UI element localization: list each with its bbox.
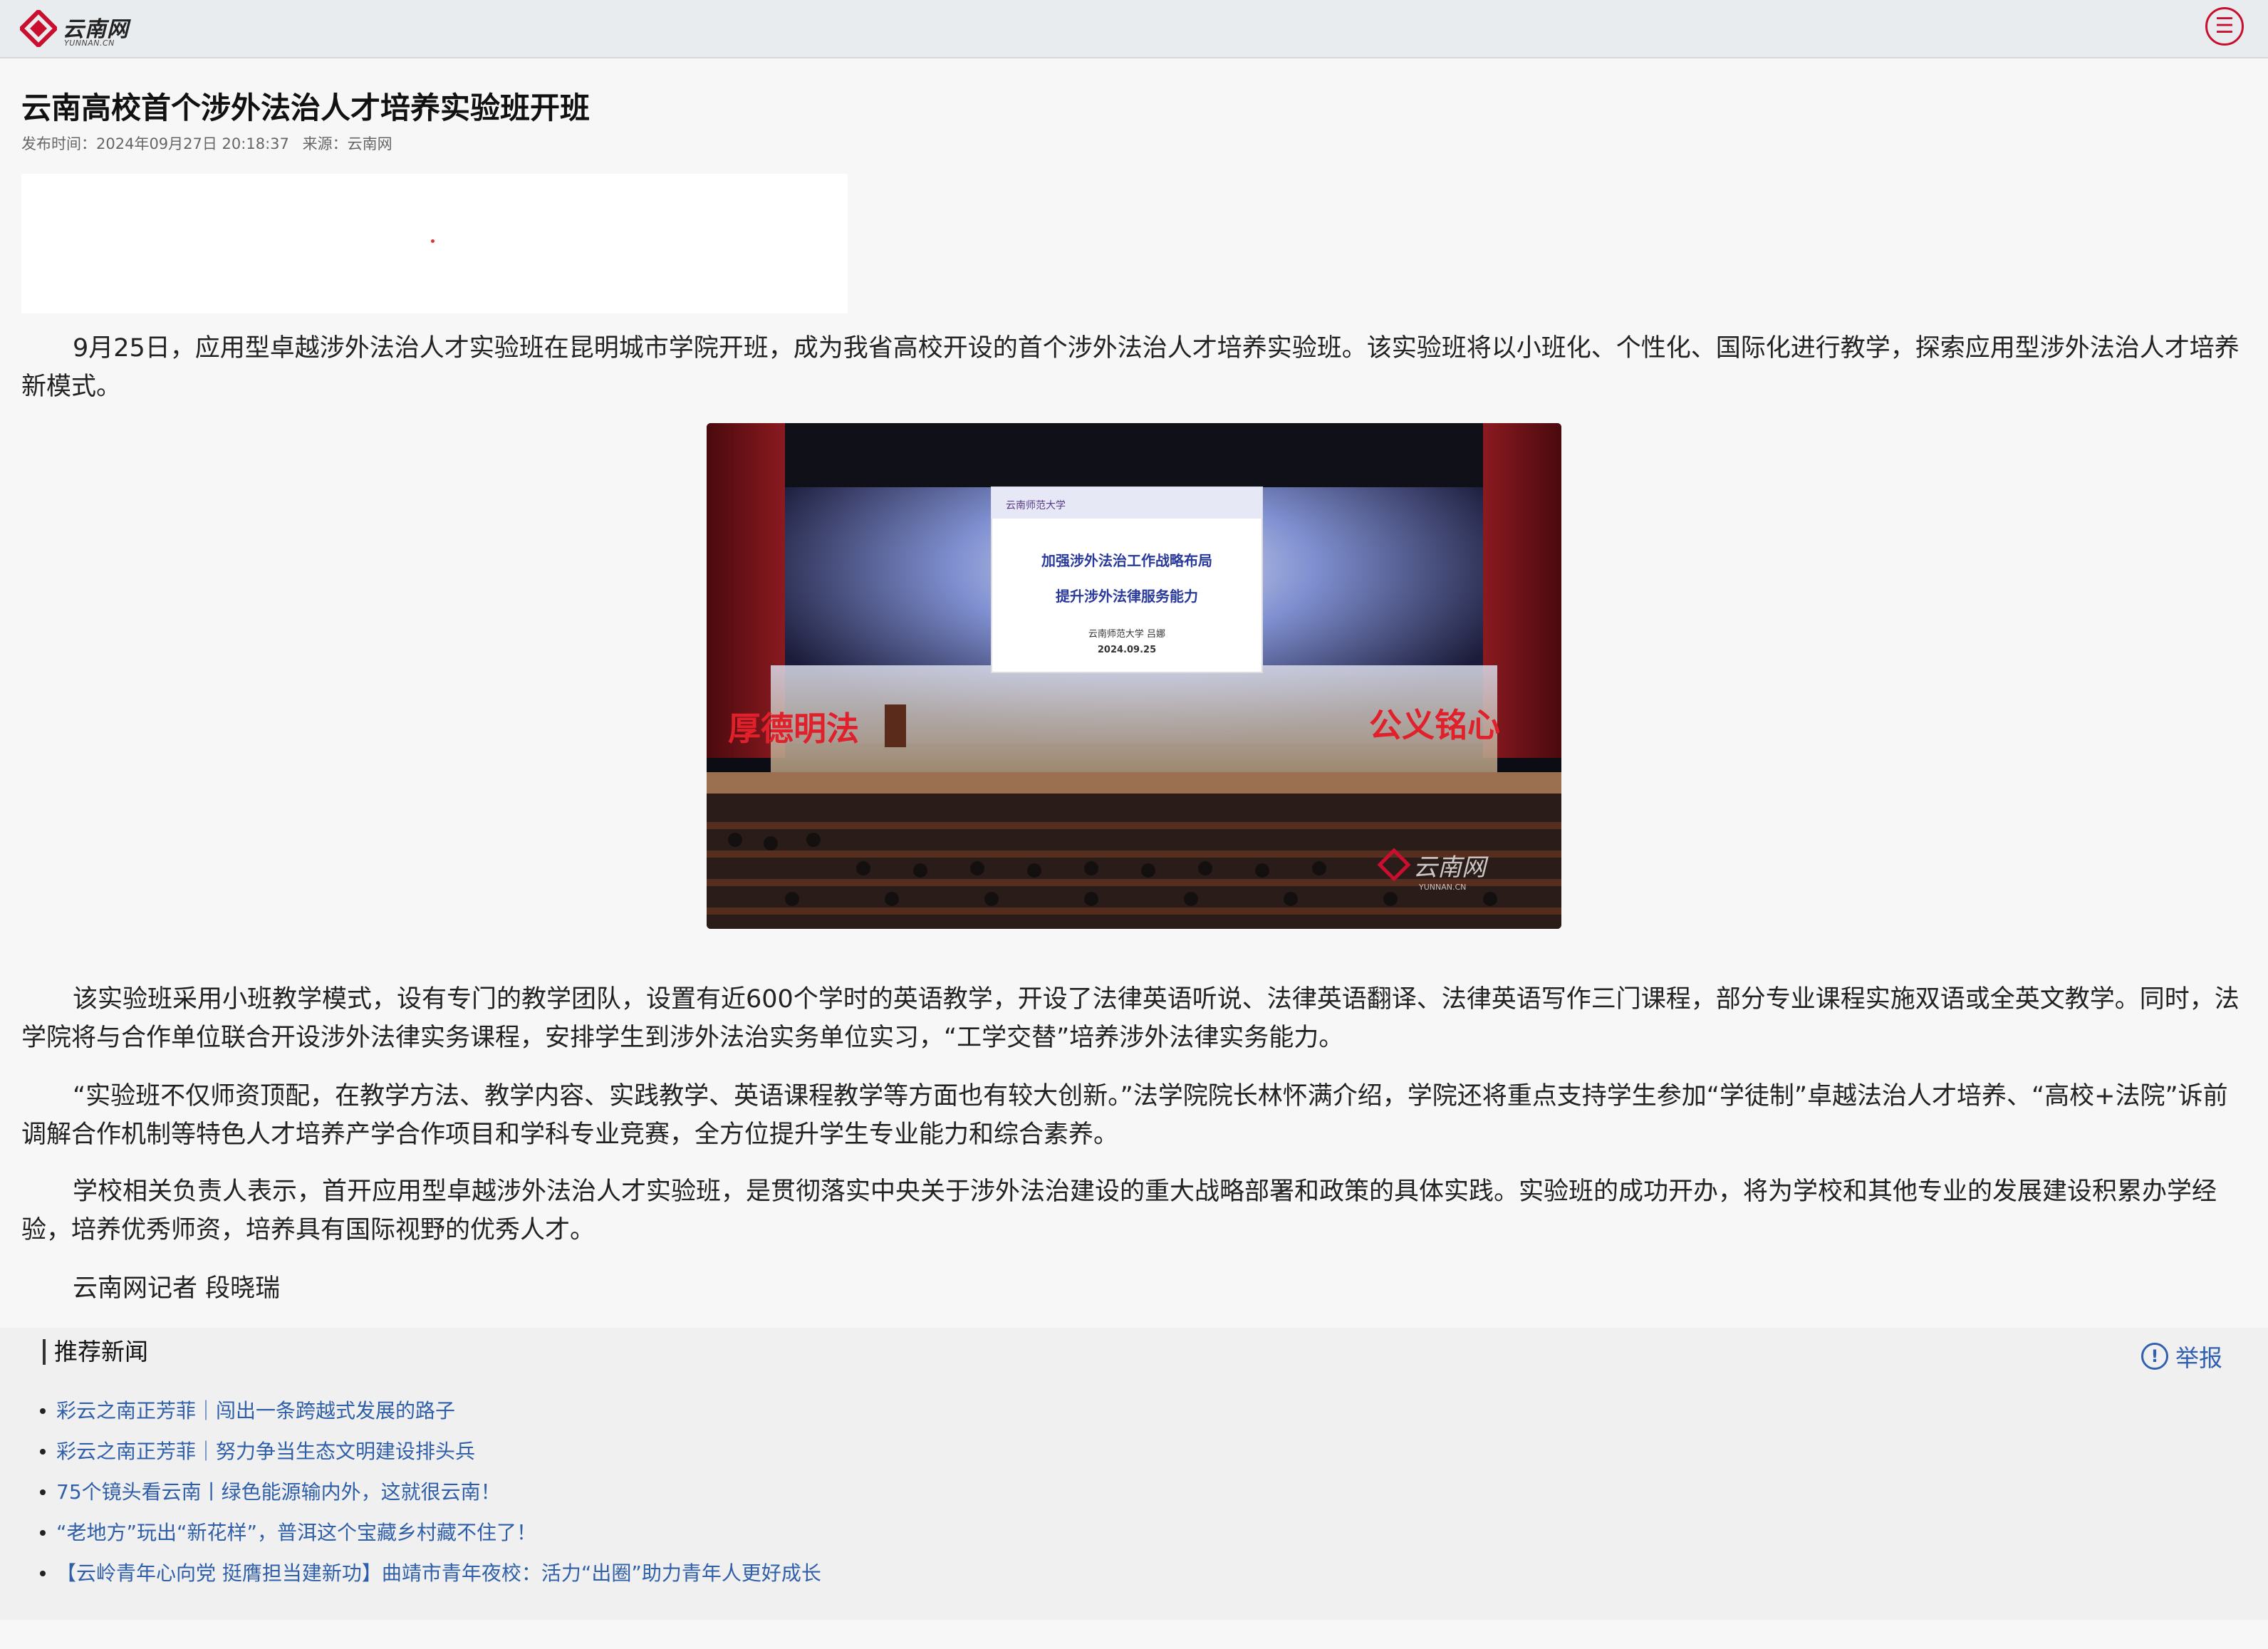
- publish-time: 发布时间：2024年09月27日 20:18:37: [21, 135, 289, 152]
- report-label: 举报: [2175, 1344, 2222, 1372]
- list-item: 彩云之南正芳菲｜闯出一条跨越式发展的路子: [37, 1390, 821, 1431]
- article-photo[interactable]: 云南师范大学 加强涉外法治工作战略布局 提升涉外法律服务能力 云南师范大学 吕娜…: [707, 423, 1561, 929]
- recommend-link[interactable]: 彩云之南正芳菲｜努力争当生态文明建设排头兵: [56, 1440, 475, 1463]
- site-logo[interactable]: 云南网 YUNNAN.CN: [20, 7, 134, 50]
- list-item: “老地方”玩出“新花样”，普洱这个宝藏乡村藏不住了！: [37, 1512, 821, 1553]
- list-item: 【云岭青年心向党 挺膺担当建新功】曲靖市青年夜校：活力“出圈”助力青年人更好成长: [37, 1553, 821, 1593]
- report-button[interactable]: ! 举报: [2141, 1339, 2222, 1373]
- stage-slogan-right: 公义铭心: [1369, 706, 1500, 744]
- article-paragraph-1: 9月25日，应用型卓越涉外法治人才实验班在昆明城市学院开班，成为我省高校开设的首…: [21, 334, 2240, 401]
- alert-icon: !: [2141, 1343, 2168, 1370]
- menu-icon[interactable]: ☰: [2205, 7, 2244, 46]
- article-title: 云南高校首个涉外法治人才培养实验班开班: [21, 90, 591, 125]
- auditorium-photo: 云南师范大学 加强涉外法治工作战略布局 提升涉外法律服务能力 云南师范大学 吕娜…: [707, 423, 1561, 929]
- recommend-heading: 推荐新闻: [43, 1339, 148, 1365]
- ad-placeholder: [21, 174, 848, 313]
- screen-line-1: 加强涉外法治工作战略布局: [1041, 552, 1212, 569]
- list-item: 彩云之南正芳菲｜努力争当生态文明建设排头兵: [37, 1431, 821, 1472]
- recommend-link[interactable]: “老地方”玩出“新花样”，普洱这个宝藏乡村藏不住了！: [56, 1521, 536, 1544]
- recommend-link[interactable]: 彩云之南正芳菲｜闯出一条跨越式发展的路子: [56, 1399, 455, 1422]
- top-bar: 云南网 YUNNAN.CN ☰: [0, 0, 2268, 58]
- article-paragraph-2: 该实验班采用小班教学模式，设有专门的教学团队，设置有近600个学时的英语教学，开…: [21, 985, 2240, 1052]
- article-byline: 云南网记者 段晓瑞: [73, 1274, 281, 1303]
- screen-logo: 云南师范大学: [1006, 499, 1066, 511]
- article-paragraph-3: “实验班不仅师资顶配，在教学方法、教学内容、实践教学、英语课程教学等方面也有较大…: [21, 1082, 2228, 1149]
- screen-line-3: 云南师范大学 吕娜: [1088, 628, 1165, 640]
- logo-mark-icon: [20, 10, 57, 47]
- recommend-link[interactable]: 75个镜头看云南丨绿色能源输内外，这就很云南！: [56, 1480, 501, 1504]
- photo-watermark-sub: YUNNAN.CN: [1418, 883, 1466, 892]
- article-meta: 发布时间：2024年09月27日 20:18:37 来源：云南网: [21, 132, 401, 154]
- article-source: 来源：云南网: [302, 135, 392, 152]
- logo-subtext: YUNNAN.CN: [64, 38, 115, 48]
- stage-slogan-left: 厚德明法: [728, 709, 859, 748]
- list-item: 75个镜头看云南丨绿色能源输内外，这就很云南！: [37, 1472, 821, 1512]
- recommend-list: 彩云之南正芳菲｜闯出一条跨越式发展的路子 彩云之南正芳菲｜努力争当生态文明建设排…: [37, 1390, 821, 1593]
- recommend-link[interactable]: 【云岭青年心向党 挺膺担当建新功】曲靖市青年夜校：活力“出圈”助力青年人更好成长: [56, 1561, 821, 1585]
- article-paragraph-4: 学校相关负责人表示，首开应用型卓越涉外法治人才实验班，是贯彻落实中央关于涉外法治…: [21, 1177, 2217, 1244]
- screen-date: 2024.09.25: [1098, 645, 1156, 655]
- photo-watermark: 云南网: [1413, 853, 1489, 882]
- screen-line-2: 提升涉外法律服务能力: [1056, 588, 1198, 605]
- ad-dot: [431, 239, 435, 243]
